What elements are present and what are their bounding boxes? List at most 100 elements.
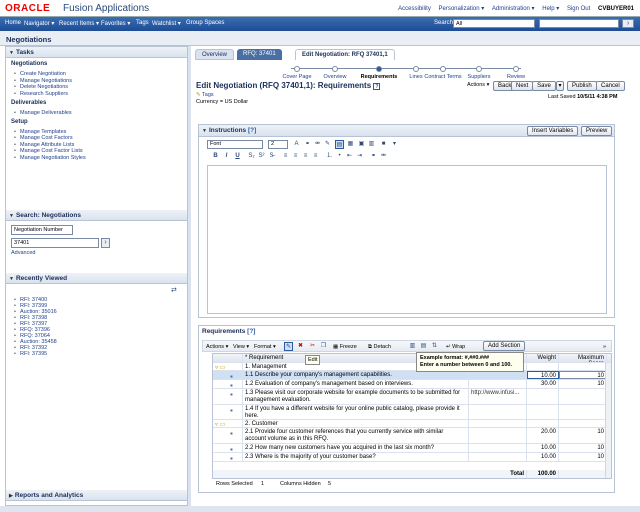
personalization-menu[interactable]: Personalization ▾ bbox=[439, 6, 485, 12]
indent-icon[interactable]: ⇥ bbox=[355, 152, 364, 161]
requirement-text[interactable]: 1.2 Evaluation of company's management b… bbox=[243, 380, 469, 388]
bold-icon[interactable]: B bbox=[211, 152, 220, 161]
tab-overview[interactable]: Overview bbox=[195, 49, 235, 60]
requirement-text[interactable]: 2.1 Provide four customer references tha… bbox=[243, 428, 469, 443]
superscript-icon[interactable]: S² bbox=[257, 152, 266, 161]
sort-icon[interactable]: ⇅ bbox=[430, 342, 439, 351]
nav-group-spaces[interactable]: Group Spaces bbox=[186, 20, 224, 26]
train-stop-icon[interactable] bbox=[513, 66, 519, 72]
image-icon[interactable]: ▣ bbox=[357, 140, 366, 149]
header-weight[interactable]: Weight bbox=[527, 354, 559, 362]
table-icon[interactable]: ▥ bbox=[367, 140, 376, 149]
weight-cell[interactable]: 10.00 bbox=[527, 371, 559, 379]
max-score-cell[interactable]: 10 bbox=[559, 444, 607, 452]
search-submit-icon[interactable]: › bbox=[101, 238, 110, 248]
collapse-triangle-icon[interactable]: ▼ bbox=[9, 276, 14, 282]
font-select[interactable]: Font bbox=[207, 140, 263, 149]
columns-icon[interactable]: ▥ bbox=[408, 342, 417, 351]
nav-tags[interactable]: Tags bbox=[136, 20, 149, 26]
sign-out-link[interactable]: Sign Out bbox=[567, 6, 590, 12]
requirement-text[interactable]: 1.1 Describe your company's management c… bbox=[243, 371, 469, 379]
requirement-icon[interactable]: ▪ bbox=[230, 390, 233, 399]
search-field-select[interactable]: Negotiation Number bbox=[11, 225, 73, 235]
edit-icon[interactable]: ✎ bbox=[284, 342, 293, 351]
max-score-cell[interactable] bbox=[559, 363, 607, 370]
weight-cell[interactable]: 20.00 bbox=[527, 428, 559, 443]
advanced-search-link[interactable]: Advanced bbox=[11, 250, 35, 256]
manage-cost-factors-link[interactable]: Manage Cost Factors bbox=[14, 135, 73, 141]
numbered-list-icon[interactable]: ⒈ bbox=[325, 152, 334, 161]
tasks-panel-header[interactable]: ▼ Tasks bbox=[6, 47, 187, 58]
manage-attribute-lists-link[interactable]: Manage Attribute Lists bbox=[14, 142, 74, 148]
requirement-icon[interactable]: ▪ bbox=[230, 372, 233, 379]
table-row[interactable]: ▪ 2.3 Where is the majority of your custo… bbox=[213, 453, 611, 462]
manage-deliverables-link[interactable]: Manage Deliverables bbox=[14, 110, 72, 116]
max-score-cell[interactable]: 10 bbox=[559, 428, 607, 443]
search-go-icon[interactable]: › bbox=[622, 19, 634, 28]
collapse-triangle-icon[interactable]: ▼ bbox=[9, 213, 14, 219]
nav-favorites[interactable]: Favorites ▾ bbox=[101, 20, 130, 27]
weight-cell[interactable] bbox=[527, 389, 559, 404]
table-row[interactable]: ▪ 1.2 Evaluation of company's management … bbox=[213, 380, 611, 389]
req-format-menu[interactable]: Format ▾ bbox=[254, 344, 276, 350]
link-icon[interactable]: ⚭ bbox=[303, 140, 312, 149]
collapse-triangle-icon[interactable]: ▼ bbox=[9, 50, 14, 56]
source-mode-icon[interactable]: ▦ bbox=[346, 140, 355, 149]
requirement-icon[interactable]: ▪ bbox=[230, 454, 233, 461]
table-scrollbar[interactable] bbox=[605, 363, 611, 478]
requirement-text[interactable]: 2.2 How many new customers have you acqu… bbox=[243, 444, 469, 452]
save-menu-icon[interactable]: ▾ bbox=[556, 81, 564, 91]
strike-icon[interactable]: S̶ bbox=[267, 152, 276, 161]
nav-recent-items[interactable]: Recent Items ▾ bbox=[59, 20, 99, 27]
manage-cost-factor-lists-link[interactable]: Manage Cost Factor Lists bbox=[14, 148, 83, 154]
help-icon[interactable]: [?] bbox=[247, 328, 255, 335]
accessibility-link[interactable]: Accessibility bbox=[398, 6, 431, 12]
preview-button[interactable]: Preview bbox=[581, 126, 613, 136]
max-score-cell[interactable] bbox=[559, 389, 607, 404]
manage-negotiation-styles-link[interactable]: Manage Negotiation Styles bbox=[14, 155, 86, 161]
nav-navigator[interactable]: Navigator ▾ bbox=[24, 20, 54, 27]
font-size-select[interactable]: 2 bbox=[268, 140, 288, 149]
fill-color-icon[interactable]: ■ bbox=[379, 140, 388, 149]
align-right-icon[interactable]: ≡ bbox=[301, 152, 310, 161]
table-row[interactable]: ▪ 1.1 Describe your company's management … bbox=[213, 371, 611, 380]
train-step-lines[interactable]: Lines bbox=[409, 74, 422, 80]
requirement-icon[interactable]: ▪ bbox=[230, 429, 233, 438]
detach-button[interactable]: ⧉ Detach bbox=[368, 344, 391, 351]
global-search-input[interactable] bbox=[539, 19, 619, 28]
add-section-button[interactable]: Add Section bbox=[483, 341, 526, 351]
delete-icon[interactable]: ✖ bbox=[296, 342, 305, 351]
train-step-requirements[interactable]: Requirements bbox=[361, 74, 398, 80]
requirement-icon[interactable]: ▪ bbox=[230, 445, 233, 452]
collapse-triangle-icon[interactable]: ▼ bbox=[202, 128, 207, 134]
search-value-input[interactable]: 37401 bbox=[11, 238, 99, 248]
folder-icon[interactable]: ▿ ▭ bbox=[215, 365, 225, 370]
subscript-icon[interactable]: S₂ bbox=[247, 152, 256, 161]
research-suppliers-link[interactable]: Research Suppliers bbox=[14, 91, 68, 97]
train-stop-icon[interactable] bbox=[332, 66, 338, 72]
weight-cell[interactable] bbox=[527, 420, 559, 427]
actions-menu[interactable]: Actions ▾ bbox=[467, 82, 489, 88]
reports-panel-header[interactable]: ▶ Reports and Analytics bbox=[6, 490, 187, 501]
table-row[interactable]: ▪ 1.4 If you have a different website for… bbox=[213, 405, 611, 420]
max-score-cell[interactable]: 10 bbox=[559, 453, 607, 461]
max-score-cell[interactable] bbox=[559, 405, 607, 419]
train-stop-icon[interactable] bbox=[476, 66, 482, 72]
help-icon[interactable]: ? bbox=[373, 83, 381, 90]
requirement-icon[interactable]: ▪ bbox=[230, 406, 233, 415]
train-step-cover-page[interactable]: Cover Page bbox=[282, 74, 311, 80]
header-max-score[interactable]: Maximum Score bbox=[559, 354, 607, 362]
tab-edit-negotiation[interactable]: Edit Negotiation: RFQ 37401,1 bbox=[295, 49, 395, 60]
requirement-text[interactable]: 2.3 Where is the majority of your custom… bbox=[243, 453, 469, 461]
table-row[interactable]: ▪ 2.2 How many new customers have you acq… bbox=[213, 444, 611, 453]
delete-negotiations-link[interactable]: Delete Negotiations bbox=[14, 84, 68, 90]
more-icon[interactable]: » bbox=[603, 344, 606, 350]
help-menu[interactable]: Help ▾ bbox=[542, 6, 559, 12]
align-center-icon[interactable]: ≡ bbox=[291, 152, 300, 161]
section-row[interactable]: ▿ ▭ 2. Customer bbox=[213, 420, 611, 428]
train-step-contract-terms[interactable]: Contract Terms bbox=[424, 74, 461, 80]
train-stop-icon[interactable] bbox=[413, 66, 419, 72]
weight-cell[interactable]: 10.00 bbox=[527, 453, 559, 461]
train-stop-current-icon[interactable] bbox=[376, 66, 382, 72]
export-icon[interactable]: ▤ bbox=[419, 342, 428, 351]
